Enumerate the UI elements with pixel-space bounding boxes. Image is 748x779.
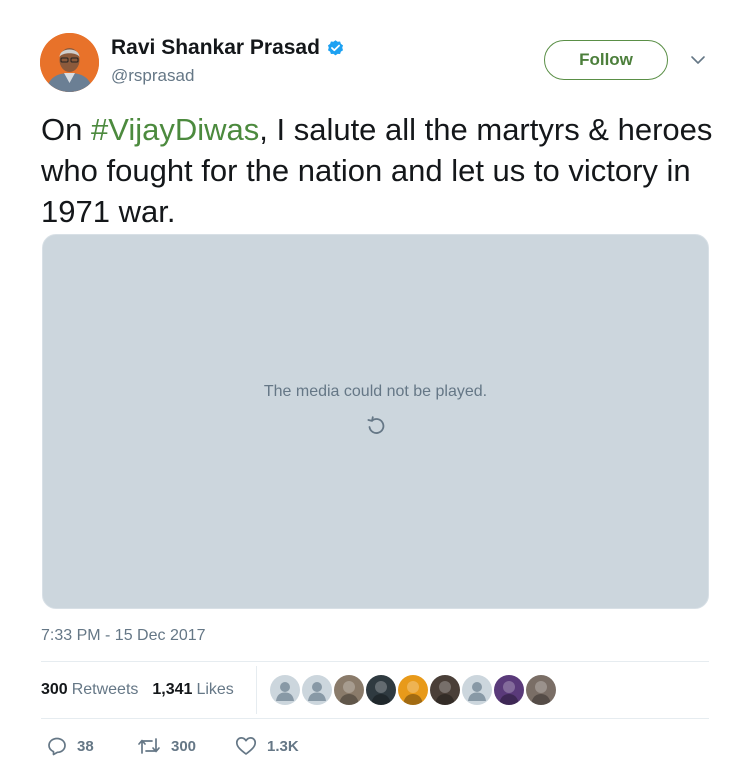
follow-button[interactable]: Follow [544,40,668,80]
retry-icon[interactable] [365,415,387,437]
retweet-icon [138,738,160,754]
stats-separator [256,666,257,714]
reply-button[interactable]: 38 [47,736,94,756]
tweet-text: On #VijayDiwas, I salute all the martyrs… [41,109,721,232]
media-error-message: The media could not be played. [263,383,488,400]
like-button[interactable]: 1.3K [235,736,299,756]
reply-icon [48,737,66,756]
liker-avatar[interactable] [332,673,366,707]
likes-count: 1,341 [152,681,193,698]
author-avatar[interactable] [40,33,99,92]
author-handle[interactable]: @rsprasad [111,66,194,86]
liker-avatar[interactable] [428,673,462,707]
retweets-stat[interactable]: 300 Retweets [41,681,138,699]
reply-count: 38 [77,737,94,755]
like-count: 1.3K [267,737,299,755]
divider [41,718,709,719]
heart-icon [235,737,257,755]
chevron-down-icon[interactable] [690,54,706,66]
likes-stat[interactable]: 1,341 Likes [152,681,233,699]
liker-avatar[interactable] [460,673,494,707]
liker-avatar[interactable] [492,673,526,707]
liker-avatar[interactable] [300,673,334,707]
media-player[interactable]: The media could not be played. [42,234,709,609]
hashtag-link[interactable]: #VijayDiwas [91,112,259,147]
retweets-count: 300 [41,681,68,698]
retweets-label: Retweets [71,681,139,698]
divider [41,661,709,662]
retweet-count: 300 [171,737,197,755]
liker-avatar[interactable] [524,673,558,707]
liker-avatar[interactable] [396,673,430,707]
likes-label: Likes [196,681,234,698]
tweet-text-before: On [41,112,91,147]
retweet-button[interactable]: 300 [137,736,196,756]
tweet-timestamp[interactable]: 7:33 PM - 15 Dec 2017 [41,627,206,645]
author-name[interactable]: Ravi Shankar Prasad [111,36,320,60]
liker-avatar[interactable] [364,673,398,707]
verified-badge-icon [326,39,345,58]
engagement-stats: 300 Retweets 1,341 Likes [41,681,234,699]
liker-avatar[interactable] [268,673,302,707]
author-name-row[interactable]: Ravi Shankar Prasad [111,36,345,60]
